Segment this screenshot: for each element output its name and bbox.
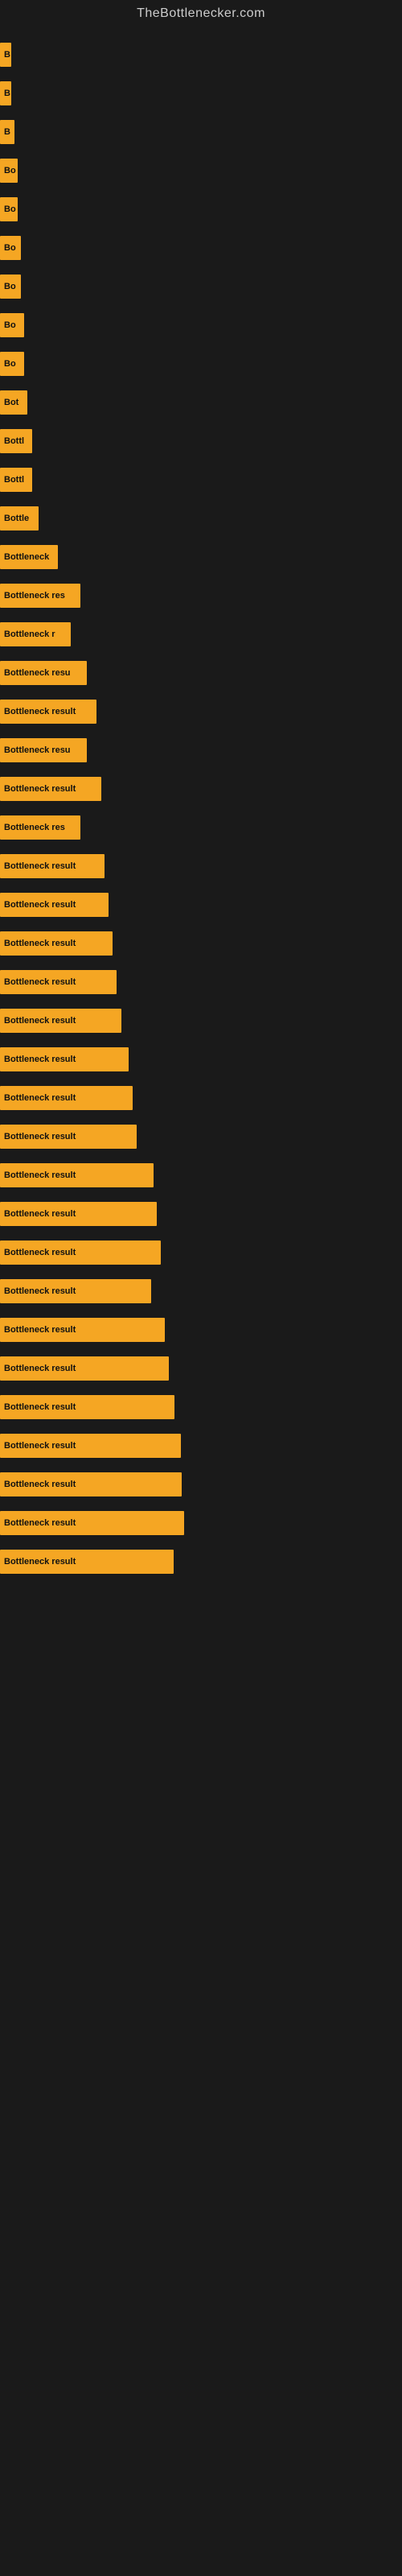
- site-title: TheBottlenecker.com: [0, 0, 402, 27]
- bar-label: Bottleneck result: [0, 1395, 174, 1419]
- bar-row: Bottleneck result: [0, 1426, 402, 1465]
- bar-label: Bo: [0, 159, 18, 183]
- bar-row: Bottleneck result: [0, 1079, 402, 1117]
- bar-label: Bot: [0, 390, 27, 415]
- bar-row: Bottleneck result: [0, 924, 402, 963]
- bar-row: Bottl: [0, 460, 402, 499]
- bar-label: Bo: [0, 352, 24, 376]
- bar-row: Bottleneck res: [0, 576, 402, 615]
- bar-row: Bottleneck result: [0, 1349, 402, 1388]
- bar-label: B: [0, 43, 11, 67]
- bar-label: Bottleneck result: [0, 1472, 182, 1496]
- bar-label: Bottleneck result: [0, 1202, 157, 1226]
- bar-row: Bottleneck result: [0, 1504, 402, 1542]
- bar-label: Bottleneck result: [0, 1279, 151, 1303]
- bar-row: Bottleneck result: [0, 847, 402, 886]
- bar-label: Bottleneck result: [0, 970, 117, 994]
- bar-label: Bottleneck res: [0, 584, 80, 608]
- bar-label: Bottleneck result: [0, 777, 101, 801]
- bar-row: Bottleneck resu: [0, 731, 402, 770]
- bar-label: Bottleneck result: [0, 931, 113, 956]
- bar-row: Bottleneck result: [0, 963, 402, 1001]
- bar-row: Bo: [0, 345, 402, 383]
- bar-label: Bottleneck resu: [0, 738, 87, 762]
- bar-row: Bottleneck resu: [0, 654, 402, 692]
- bar-label: Bottleneck r: [0, 622, 71, 646]
- bar-label: Bottleneck res: [0, 815, 80, 840]
- bar-label: Bottl: [0, 429, 32, 453]
- bar-row: Bo: [0, 267, 402, 306]
- bar-label: Bottleneck resu: [0, 661, 87, 685]
- bar-row: Bot: [0, 383, 402, 422]
- bar-row: Bottlе: [0, 499, 402, 538]
- bar-label: Bo: [0, 313, 24, 337]
- bar-row: Bottleneck: [0, 538, 402, 576]
- bar-label: B: [0, 120, 14, 144]
- bar-label: Bottleneck result: [0, 1318, 165, 1342]
- bars-container: BBBBoBoBoBoBoBoBotBottlBottlBottlеBottle…: [0, 27, 402, 1597]
- bar-row: Bottleneck result: [0, 1272, 402, 1311]
- bar-label: Bottleneck result: [0, 1550, 174, 1574]
- bar-row: B: [0, 35, 402, 74]
- bar-row: B: [0, 113, 402, 151]
- bar-row: Bo: [0, 229, 402, 267]
- bar-label: Bottlе: [0, 506, 39, 530]
- bar-row: Bo: [0, 151, 402, 190]
- bar-row: Bottleneck result: [0, 770, 402, 808]
- bar-label: Bottleneck result: [0, 1047, 129, 1071]
- bar-row: Bottleneck result: [0, 1311, 402, 1349]
- bar-label: Bottleneck result: [0, 1009, 121, 1033]
- bar-row: Bottleneck result: [0, 692, 402, 731]
- bar-label: Bottleneck result: [0, 1511, 184, 1535]
- bar-row: B: [0, 74, 402, 113]
- bar-label: Bottleneck result: [0, 1241, 161, 1265]
- bar-row: Bo: [0, 306, 402, 345]
- bar-row: Bottleneck result: [0, 1233, 402, 1272]
- bar-label: Bo: [0, 197, 18, 221]
- bar-label: Bottleneck result: [0, 1163, 154, 1187]
- bar-label: Bottleneck result: [0, 1125, 137, 1149]
- bar-row: Bottleneck r: [0, 615, 402, 654]
- bar-row: Bottleneck res: [0, 808, 402, 847]
- bar-label: Bottl: [0, 468, 32, 492]
- bar-label: Bottleneck result: [0, 1356, 169, 1381]
- bar-label: Bottleneck result: [0, 893, 109, 917]
- bar-row: Bottleneck result: [0, 1040, 402, 1079]
- bar-label: Bottleneck result: [0, 700, 96, 724]
- bar-row: Bottleneck result: [0, 886, 402, 924]
- bar-row: Bottleneck result: [0, 1195, 402, 1233]
- bar-label: Bo: [0, 275, 21, 299]
- bar-label: B: [0, 81, 11, 105]
- bar-label: Bottleneck result: [0, 854, 105, 878]
- bar-row: Bottleneck result: [0, 1156, 402, 1195]
- bar-label: Bottleneck: [0, 545, 58, 569]
- bar-label: Bottleneck result: [0, 1434, 181, 1458]
- bar-row: Bottleneck result: [0, 1542, 402, 1581]
- bar-label: Bottleneck result: [0, 1086, 133, 1110]
- bar-row: Bottleneck result: [0, 1001, 402, 1040]
- bar-row: Bottleneck result: [0, 1117, 402, 1156]
- bar-row: Bottl: [0, 422, 402, 460]
- bar-row: Bottleneck result: [0, 1465, 402, 1504]
- bar-row: Bo: [0, 190, 402, 229]
- bar-label: Bo: [0, 236, 21, 260]
- bar-row: Bottleneck result: [0, 1388, 402, 1426]
